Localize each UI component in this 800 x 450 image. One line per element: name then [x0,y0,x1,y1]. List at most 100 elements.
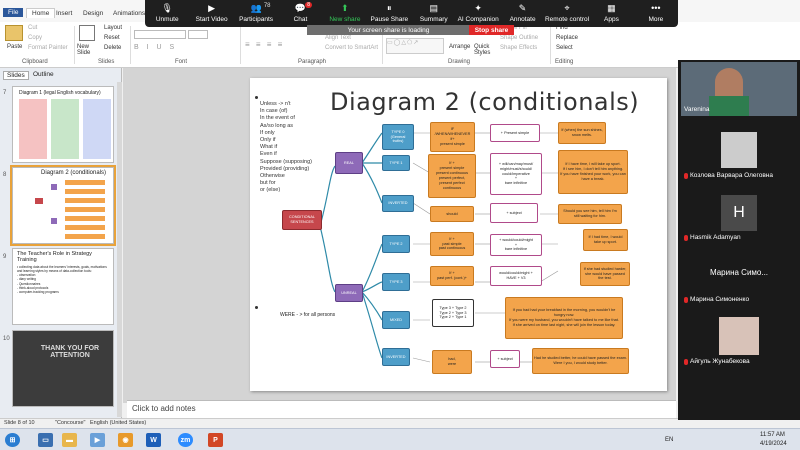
type-3-if-box: If + past perf. (cont.)+ [430,266,474,286]
thumb-shape [19,99,47,159]
folder-icon[interactable]: ▬ [62,433,77,447]
slide-thumbnail-8[interactable]: Diagram 2 (conditionals) [10,165,116,246]
tab-animations[interactable]: Animations [113,10,145,17]
inverted-real-example-box: Should you see him, tell him I'm still w… [558,204,622,224]
unmute-button[interactable]: 🎙 Unmute [145,3,189,23]
participant-tile-3[interactable]: H Hasmik Adamyan [681,190,797,244]
group-clipboard-label: Clipboard [22,59,48,65]
explorer-icon[interactable]: ▭ [38,433,53,447]
reset-button[interactable]: Reset [104,35,120,41]
participant-tile-2[interactable]: Козлова Варвара Олеговна [681,128,797,182]
language-status[interactable]: English (United States) [90,420,146,426]
layout-button[interactable]: Layout [104,25,122,31]
video-off-icon: ▶ [208,3,216,13]
participants-button[interactable]: 👥 78 Participants [234,3,278,23]
group-paragraph-label: Paragraph [298,59,327,65]
connector [361,291,383,359]
align-text-button[interactable]: Align Text [325,35,351,41]
zoom-icon[interactable]: zm [178,433,193,447]
type-1-box: TYPE 1 [382,155,410,171]
start-video-button[interactable]: ▶ Start Video [189,3,233,23]
tab-design[interactable]: Design [83,10,103,17]
new-slide-button[interactable]: New Slide [77,44,99,56]
annotate-button[interactable]: ✎ Annotate [500,3,544,23]
more-button[interactable]: ••• More [634,3,678,23]
copy-button[interactable]: Copy [28,35,42,41]
new-slide-icon[interactable] [79,25,95,41]
type-2-result-box: + would/could/might + bare infinitive [490,234,542,256]
cut-button[interactable]: Cut [28,25,37,31]
summary-button[interactable]: ▤ Summary [412,3,456,23]
clock-date[interactable]: 4/19/2024 [760,441,787,447]
divider [74,26,75,64]
new-share-button[interactable]: ⬆ New share [323,3,367,23]
participant-name: Hasmik Adamyan [684,234,741,241]
participant-photo [719,317,759,355]
convert-smartart-button[interactable]: Convert to SmartArt [325,45,378,51]
powerpoint-icon[interactable]: P [208,433,223,447]
type-2-if-box: If + past simple past continuous [430,232,474,256]
more-icon: ••• [651,3,661,13]
shape-effects-button[interactable]: Shape Effects [500,45,537,51]
paste-button[interactable]: Paste [7,44,22,50]
delete-button[interactable]: Delete [104,45,121,51]
select-button[interactable]: Select [556,45,573,51]
paste-icon[interactable] [5,25,23,41]
tab-home[interactable]: Home [26,8,56,18]
slide-counter: Slide 8 of 10 [4,420,35,426]
group-drawing-label: Drawing [448,59,471,65]
type-0-if-box: IF /WHEN/WHENEVER if+ present simple [430,122,475,152]
ai-companion-button[interactable]: ✦ AI Companion [456,3,500,23]
firefox-icon[interactable]: ◉ [118,433,133,447]
thumb-shape [35,198,43,204]
format-painter-button[interactable]: Format Painter [28,45,68,51]
mixed-types-box: Type 3 + Type 2 Type 2 + Type 3 Type 2 +… [432,299,474,327]
font-name-select[interactable] [134,30,186,39]
connector [319,165,336,227]
apps-icon: ▦ [607,3,616,13]
slide-canvas[interactable]: Unless -> n't In case (of) In the event … [250,78,667,391]
shape-outline-button[interactable]: Shape Outline [500,35,538,41]
participant-tile-5[interactable]: Айгуль Жунабекова [681,314,797,368]
stop-share-button[interactable]: Stop share [469,25,514,35]
slide-thumbnail-10[interactable]: THANK YOU FOR ATTENTION [12,330,114,407]
ai-companion-icon: ✦ [474,3,482,13]
language-indicator[interactable]: EN [665,437,673,443]
participant-name: Марина Симоненко [684,296,749,303]
slides-scrollbar[interactable] [117,82,122,417]
tab-outline[interactable]: Outline [30,71,57,78]
real-box: REAL [335,152,363,174]
clock-time[interactable]: 11:57 AM [760,432,785,438]
alignment-buttons[interactable]: ≡ ≡ ≡ ≡ [245,40,284,49]
inverted-real-subject-box: + subject [490,203,538,223]
pause-share-button[interactable]: ⏸ Pause Share [367,3,411,23]
participant-tile-1[interactable]: Varenina [681,62,797,116]
apps-button[interactable]: ▦ Apps [589,3,633,23]
pause-icon: ⏸ [387,3,392,13]
tab-insert[interactable]: Insert [56,10,72,17]
slides-panel: Slides Outline 7 Diagram 1 (legal Englis… [0,68,122,418]
slide-title: Diagram 2 (conditionals) [330,88,640,116]
media-icon[interactable]: ▶ [90,433,105,447]
font-size-select[interactable] [188,30,208,39]
quick-styles-button[interactable]: Quick Styles [474,44,496,56]
arrange-button[interactable]: Arrange [449,44,470,50]
connector [361,132,383,164]
bullet [255,306,258,309]
file-tab[interactable]: File [3,8,24,17]
remote-control-button[interactable]: ⌖ Remote control [545,3,589,23]
notes-field[interactable]: Click to add notes [127,400,676,419]
mic-muted-icon [684,234,688,241]
participant-tile-4[interactable]: Марина Симо... Марина Симоненко [681,252,797,306]
start-icon[interactable]: ⊞ [5,433,20,447]
replace-button[interactable]: Replace [556,35,578,41]
font-style-buttons[interactable]: B I U S [134,44,177,51]
slide-thumbnail-9[interactable]: The Teacher's Role in Strategy Training … [12,248,114,325]
word-icon[interactable]: W [146,433,161,447]
shapes-gallery[interactable]: ▭◯△⬠↗ [386,38,444,54]
inverted-unreal-example-box: Had he studied better, he could have pas… [532,348,629,374]
chat-button[interactable]: 💬 8 Chat [278,2,322,23]
tab-slides[interactable]: Slides [3,71,29,80]
slide-thumbnail-7[interactable]: Diagram 1 (legal English vocabulary) [12,86,114,163]
mixed-example-box: If you had had your breakfast in the mor… [505,297,623,339]
